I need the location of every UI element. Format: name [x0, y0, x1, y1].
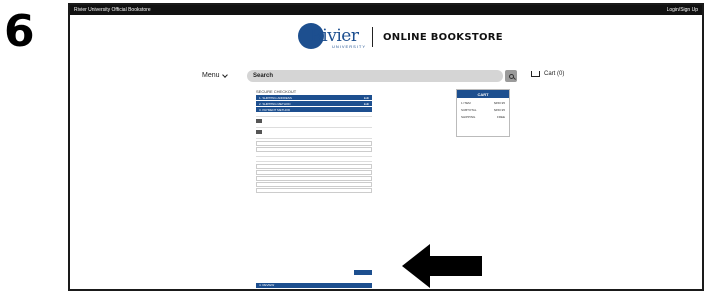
- browser-screenshot: Rivier University Official Bookstore Log…: [68, 3, 704, 291]
- step-shipping-address[interactable]: 1. SHIPPING ADDRESS Edit: [256, 95, 372, 100]
- cart-summary: CART 1 ITEM $450.95 SUBTOTAL $450.95 SHI…: [456, 89, 510, 137]
- cart-line-label: SHIPPING: [461, 115, 476, 119]
- arrow-icon: [402, 244, 482, 288]
- step-edit[interactable]: Edit: [364, 102, 369, 106]
- apply-button[interactable]: [256, 119, 262, 123]
- step-label: 3. PAYMENT METHOD: [259, 107, 291, 112]
- rivier-logo[interactable]: Rivier UNIVERSITY: [298, 23, 367, 51]
- checkout-heading: SECURE CHECKOUT: [256, 89, 297, 94]
- cart-line: SHIPPING FREE: [457, 115, 509, 119]
- top-bar: Rivier University Official Bookstore Log…: [70, 5, 702, 15]
- step-label: 1. SHIPPING ADDRESS: [259, 95, 292, 100]
- search-button[interactable]: [505, 70, 517, 82]
- paypal-option[interactable]: [256, 154, 372, 157]
- payment-option-row[interactable]: [256, 114, 372, 117]
- logo-divider: [372, 27, 373, 47]
- checkout-form: SECURE CHECKOUT 1. SHIPPING ADDRESS Edit…: [256, 89, 372, 194]
- card-type-field[interactable]: [256, 136, 372, 139]
- menu-label: Menu: [202, 72, 220, 79]
- card-expiry-input[interactable]: [256, 147, 372, 152]
- login-link[interactable]: Login/Sign Up: [667, 7, 698, 13]
- step-review[interactable]: 4. REVIEW: [256, 283, 372, 288]
- logo-row: Rivier UNIVERSITY ONLINE BOOKSTORE: [298, 23, 503, 51]
- cart-line: SUBTOTAL $450.95: [457, 108, 509, 112]
- billing-address-row[interactable]: [256, 159, 372, 162]
- billing-address-select[interactable]: [256, 164, 372, 169]
- store-title: ONLINE BOOKSTORE: [383, 31, 503, 43]
- cart-link[interactable]: Cart (0): [531, 71, 564, 77]
- step-label: 2. SHIPPING METHOD: [259, 101, 291, 106]
- cart-line-value: $450.95: [494, 108, 505, 112]
- cart-line-label: 1 ITEM: [461, 101, 471, 105]
- step-shipping-method[interactable]: 2. SHIPPING METHOD Edit: [256, 101, 372, 106]
- cart-icon: [531, 71, 540, 77]
- card-number-input[interactable]: [256, 141, 372, 146]
- chevron-down-icon: [221, 71, 228, 78]
- search-input[interactable]: Search: [247, 70, 503, 82]
- cart-line-value: FREE: [496, 115, 505, 119]
- continue-button[interactable]: [354, 270, 372, 275]
- menu-button[interactable]: Menu: [202, 71, 228, 79]
- site-name[interactable]: Rivier University Official Bookstore: [74, 7, 151, 13]
- step-number: 6: [4, 6, 35, 57]
- cart-label: Cart (0): [544, 71, 565, 77]
- address-line-input[interactable]: [256, 170, 372, 175]
- step-payment-method[interactable]: 3. PAYMENT METHOD: [256, 107, 372, 112]
- zip-input[interactable]: [256, 188, 372, 193]
- cart-line-value: $450.95: [494, 101, 505, 105]
- promo-field[interactable]: [256, 125, 372, 128]
- city-input[interactable]: [256, 176, 372, 181]
- logo-sub-text: UNIVERSITY: [332, 44, 367, 49]
- state-select[interactable]: [256, 182, 372, 187]
- cart-line: 1 ITEM $450.95: [457, 101, 509, 105]
- apply-button[interactable]: [256, 130, 262, 134]
- step-edit[interactable]: Edit: [364, 96, 369, 100]
- cart-line-label: SUBTOTAL: [461, 108, 477, 112]
- nav-row: Menu Search Cart (0): [70, 70, 702, 84]
- search-icon: [508, 73, 514, 79]
- logo-main-text: Rivier: [310, 26, 359, 46]
- cart-summary-title: CART: [457, 90, 509, 98]
